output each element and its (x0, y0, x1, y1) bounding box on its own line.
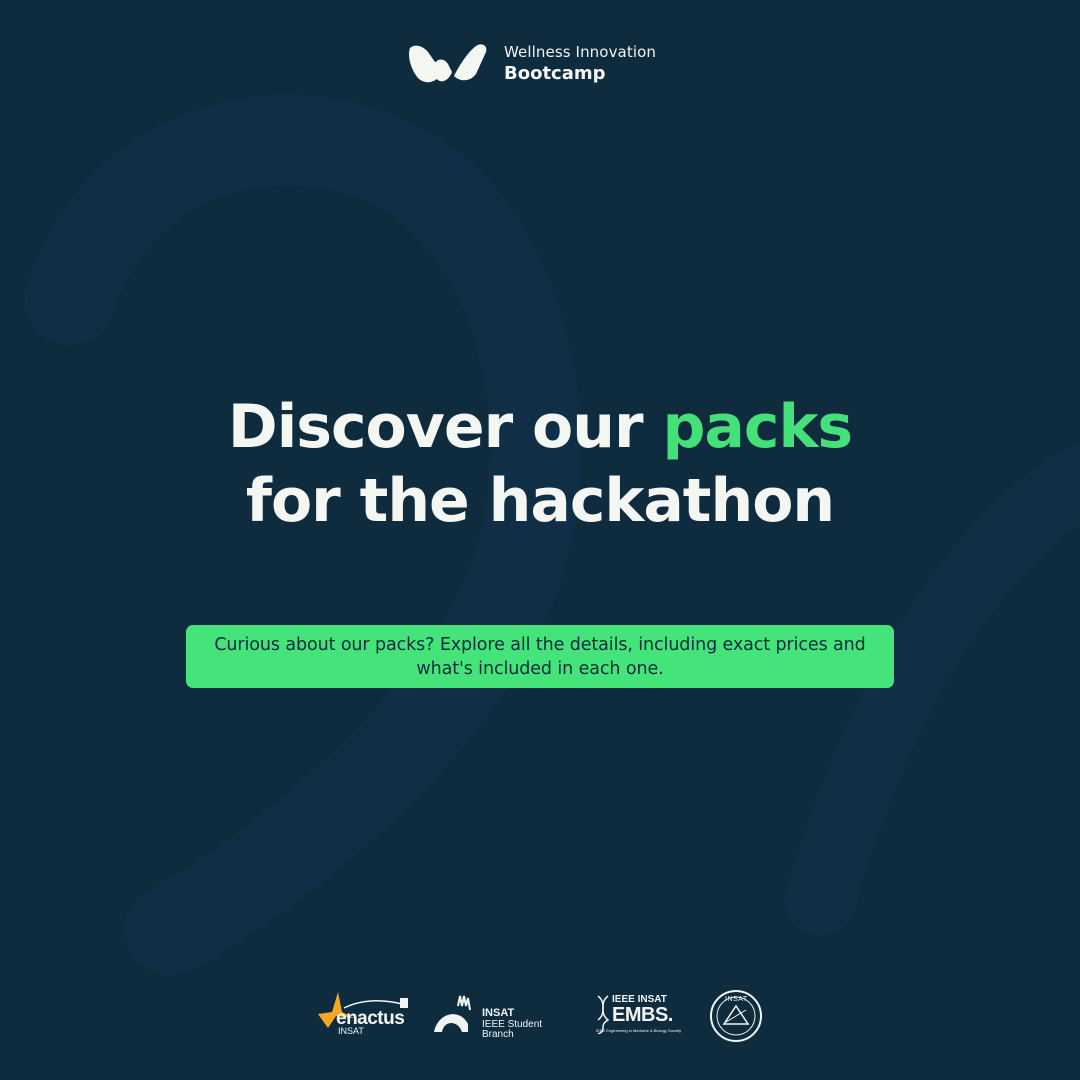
ieee-title: INSAT (482, 1007, 515, 1019)
info-box: Curious about our packs? Explore all the… (186, 625, 894, 688)
ieee-text: INSAT IEEE Student Branch (482, 1007, 572, 1041)
brand-line-1: Wellness Innovation (504, 42, 656, 61)
ieee-sub: IEEE Student Branch (482, 1018, 543, 1041)
insat-seal-text: INSAT (725, 996, 748, 1003)
brand-line-2: Bootcamp (504, 62, 606, 84)
embs-main: EMBS. (612, 1004, 673, 1026)
insat-seal-logo: INSAT (708, 988, 766, 1044)
headline-part-1: Discover our (227, 392, 663, 462)
w-logo-icon (408, 44, 487, 83)
headline-line-2: for the hackathon (245, 466, 835, 536)
enactus-logo: enactus INSAT (314, 988, 414, 1044)
partner-logos: enactus INSAT INSAT IEEE Student Branch … (310, 988, 780, 1044)
headline: Discover our packs for the hackathon (0, 390, 1080, 538)
embs-sub: IEEE Engineering in Medicine & Biology S… (596, 1028, 682, 1033)
background-shapes (25, 95, 1080, 975)
brand-header: Wellness Innovation Bootcamp (408, 42, 656, 86)
info-text: Curious about our packs? Explore all the… (214, 634, 866, 679)
headline-line-1: Discover our packs (0, 390, 1080, 464)
enactus-sub: INSAT (338, 1026, 364, 1036)
headline-accent: packs (662, 392, 853, 462)
brand-text: Wellness Innovation Bootcamp (504, 42, 656, 85)
arch-icon (434, 995, 471, 1032)
embs-logo: IEEE INSAT EMBS. IEEE Engineering in Med… (596, 988, 692, 1044)
ieee-student-branch-logo: INSAT IEEE Student Branch (432, 988, 572, 1044)
